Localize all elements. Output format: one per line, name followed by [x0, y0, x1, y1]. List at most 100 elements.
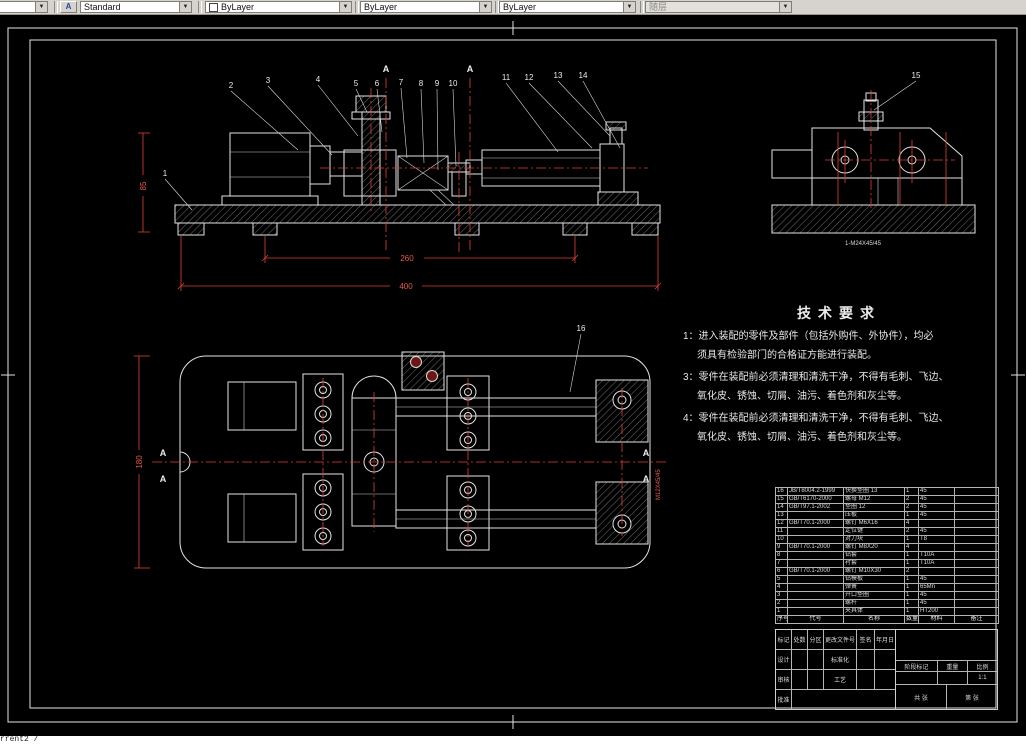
tb-cell-blank [875, 650, 895, 669]
callout-number: 2 [229, 81, 234, 90]
callout-leader [267, 85, 333, 156]
cad-application-window: ▼ A Standard ▼ ByLayer ▼ ByLayer ▼ ByLay… [0, 0, 1026, 744]
tech-req-line: 4：零件在装配前必须清理和清洗干净，不得有毛刺、飞边、 [683, 413, 949, 424]
bom-row: 6 GB/T70.1-2000 螺钉 M10X30 2 [775, 567, 999, 576]
drawing-name-cell [896, 630, 997, 661]
callout-number: 6 [375, 79, 380, 88]
color-combo-value: ByLayer [221, 2, 255, 12]
tb-label: 标准化 [824, 650, 857, 669]
callout-leader [420, 88, 425, 164]
dim-400: 400 [399, 282, 413, 291]
style-combo[interactable]: Standard ▼ [80, 1, 192, 13]
linetype-combo[interactable]: ByLayer ▼ [360, 1, 492, 13]
tb-label: 处数 [792, 630, 808, 649]
left-cut-combo[interactable]: ▼ [0, 1, 48, 13]
parts-list-table: 16 JB/T8004.2-1999 快换垫圈 13 1 45 15 GB/T6170-20… [775, 487, 999, 624]
bom-row: 3 开口垫圈 1 45 [775, 591, 999, 600]
plan-section-label-right-bottom: A [643, 474, 650, 484]
tech-req-line: 氧化皮、锈蚀、切屑、油污、着色剂和灰尘等。 [697, 432, 907, 443]
plan-view: A A A A M12X45/45 [152, 351, 668, 569]
callout-number: 4 [316, 75, 321, 84]
toolbar-separator [54, 1, 58, 13]
color-swatch-icon [209, 2, 218, 12]
plan-section-label-right-top: A [643, 448, 650, 458]
bom-row: 11 定位键 2 45 [775, 527, 999, 536]
toolbar-separator [198, 1, 202, 13]
bom-row: 15 GB/T6170-2000 螺母 M12 2 45 [775, 495, 999, 504]
tech-requirements-body: 1：进入装配的零件及部件（包括外购件、外协件），均必须具有检验部门的合格证方能进… [683, 327, 1005, 447]
bom-row: 4 弹簧 1 65Mn [775, 583, 999, 592]
callout-number: 13 [554, 71, 563, 80]
callout-number: 8 [419, 79, 424, 88]
callout-leader [528, 82, 593, 149]
callout-number: 3 [266, 76, 271, 85]
plan-section-label-left-bottom: A [160, 474, 167, 484]
title-block: 标记 处数 分区 更改文件号 签名 年月日 设计 标准化 审核 工艺 批准 阶段… [775, 629, 998, 710]
bom-row: 8 钻套 1 T10A [775, 551, 999, 560]
callout-leader [452, 88, 457, 167]
callout-leader [400, 87, 408, 159]
callout-leader [505, 82, 559, 153]
callout-number: 9 [435, 79, 440, 88]
tech-req-line: 须具有检验部门的合格证方能进行装配。 [697, 350, 877, 361]
chevron-down-icon: ▼ [779, 2, 791, 12]
lineweight-combo[interactable]: ByLayer ▼ [499, 1, 636, 13]
tb-label: 分区 [808, 630, 824, 649]
chevron-down-icon[interactable]: ▼ [35, 2, 47, 12]
dimensions: 260 400 85 180 [134, 132, 662, 569]
section-label-a1: A [383, 64, 390, 74]
callout-leader [317, 84, 359, 137]
bom-row: 1 夹具体 1 HT200 [775, 607, 999, 616]
callout-number: 7 [399, 78, 404, 87]
tech-req-line: 3：零件在装配前必须清理和清洗干净，不得有毛刺、飞边、 [683, 372, 949, 383]
properties-toolbar: ▼ A Standard ▼ ByLayer ▼ ByLayer ▼ ByLay… [0, 0, 1026, 15]
linetype-combo-value: ByLayer [364, 2, 398, 12]
dim-260: 260 [400, 254, 414, 263]
tb-label: 更改文件号 [824, 630, 857, 649]
chevron-down-icon[interactable]: ▼ [623, 2, 635, 12]
tb-cell-blank [857, 650, 875, 669]
tb-cell-blank [808, 650, 824, 669]
sheet-total: 共 张 [896, 685, 947, 709]
tb-label: 批准 [776, 690, 792, 709]
callout-leader [436, 88, 439, 171]
callout-leader [873, 80, 917, 111]
callout-number: 15 [912, 71, 921, 80]
tb-cell-blank [792, 670, 808, 689]
bom-row: 14 GB/T97.1-2002 垫圈 12 2 45 [775, 503, 999, 512]
bom-header-row: 序号代号名称数量材料备注 [775, 615, 999, 624]
sheet-number: 第 张 [965, 695, 979, 702]
tb-label: 审核 [776, 670, 792, 689]
callout-leader [569, 333, 582, 393]
toolbar-separator [640, 1, 644, 13]
command-line-text: rrent2 / [0, 735, 39, 744]
toolbar-separator [355, 1, 359, 13]
plan-thread-note: M12X45/45 [656, 469, 662, 500]
callout-number: 5 [354, 79, 359, 88]
callout-leader [582, 80, 621, 149]
tb-label: 年月日 [875, 638, 894, 644]
tech-req-line: 氧化皮、锈蚀、切屑、油污、着色剂和灰尘等。 [697, 391, 907, 402]
command-line[interactable]: rrent2 / [0, 736, 1026, 744]
plotstyle-combo: 随层 ▼ [645, 1, 792, 13]
bom-row: 5 钻模板 1 45 [775, 575, 999, 584]
chevron-down-icon[interactable]: ▼ [479, 2, 491, 12]
bom-row: 12 GB/T70.1-2000 螺钉 M6X16 4 [775, 519, 999, 528]
dim-side-height: 85 [139, 181, 148, 190]
bom-row: 9 GB/T70.1-2000 螺钉 M8X20 4 [775, 543, 999, 552]
bom-row: 13 压板 1 45 [775, 511, 999, 520]
chevron-down-icon[interactable]: ▼ [179, 2, 191, 12]
color-combo[interactable]: ByLayer ▼ [205, 1, 352, 13]
drawing-scale-value: 1:1 [978, 675, 987, 681]
callout-number: 16 [577, 324, 586, 333]
text-style-icon[interactable]: A [60, 1, 77, 13]
chevron-down-icon[interactable]: ▼ [339, 2, 351, 12]
tech-req-line: 1：进入装配的零件及部件（包括外购件、外协件），均必 [683, 331, 934, 342]
callout-number: 12 [525, 73, 534, 82]
tb-cell-blank [792, 690, 895, 709]
main-view: A A [174, 64, 661, 252]
title-block-revision-area: 标记 处数 分区 更改文件号 签名 年月日 设计 标准化 审核 工艺 批准 [776, 630, 896, 709]
tb-cell-blank [896, 672, 938, 684]
detail-thread-note: 1-M24X45/45 [845, 241, 882, 247]
callout-number: 14 [579, 71, 588, 80]
